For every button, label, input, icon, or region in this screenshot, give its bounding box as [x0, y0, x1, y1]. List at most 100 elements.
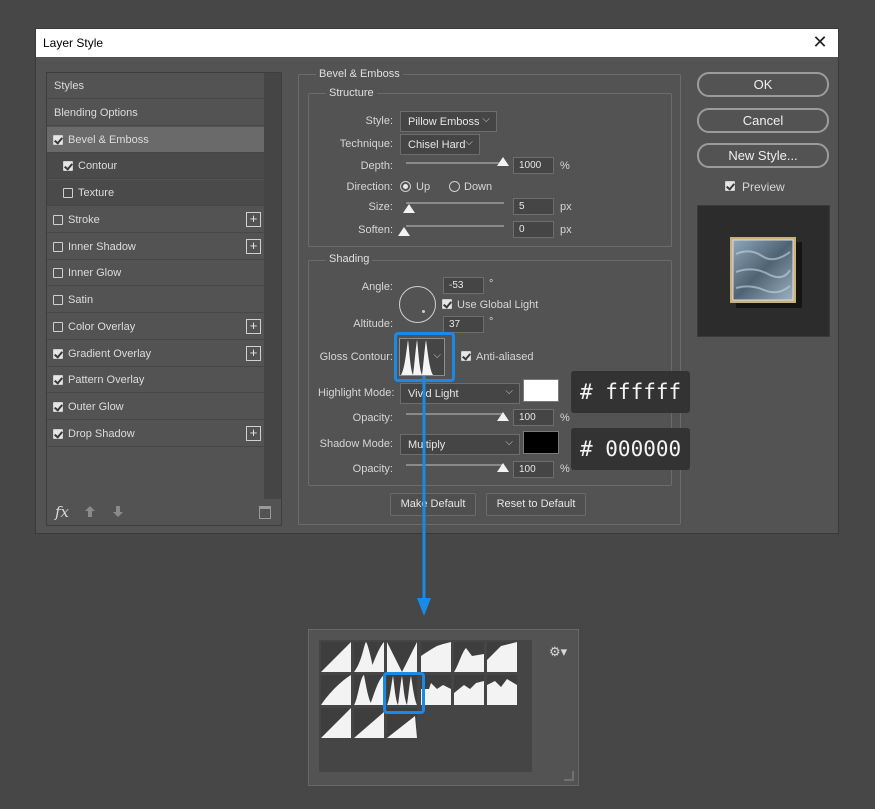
shadow-opacity-unit: %: [560, 463, 570, 475]
shadow-opacity-label: Opacity:: [352, 463, 393, 475]
style-item-bevel-emboss[interactable]: Bevel & Emboss: [47, 126, 264, 153]
style-item-outer-glow[interactable]: Outer Glow: [47, 394, 264, 420]
style-item-contour[interactable]: Contour: [47, 153, 264, 180]
shadow-opacity-thumb[interactable]: [497, 463, 509, 472]
style-item-label: Gradient Overlay: [68, 347, 152, 360]
technique-select[interactable]: Chisel Hard ⌵: [400, 134, 480, 155]
depth-unit: %: [560, 160, 570, 172]
style-item-checkbox[interactable]: [53, 321, 63, 332]
contour-preset-tile[interactable]: [420, 675, 451, 706]
direction-down-radio[interactable]: [449, 181, 460, 192]
style-item-checkbox[interactable]: [53, 241, 63, 252]
new-style-button[interactable]: New Style...: [697, 143, 829, 168]
contour-preset-tile[interactable]: [354, 708, 385, 739]
move-up-icon[interactable]: [84, 505, 96, 519]
style-item-texture[interactable]: Texture: [47, 180, 264, 206]
contour-preset-tile[interactable]: [354, 675, 385, 706]
contour-preset-tile[interactable]: [321, 642, 351, 672]
cancel-button[interactable]: Cancel: [697, 108, 829, 133]
angle-label: Angle:: [361, 281, 393, 293]
style-item-stroke[interactable]: Stroke +: [47, 206, 264, 233]
soften-slider-track[interactable]: [406, 225, 504, 227]
move-down-icon[interactable]: [112, 505, 124, 519]
preview-checkbox[interactable]: [725, 181, 735, 191]
depth-slider-track[interactable]: [406, 162, 504, 164]
close-icon[interactable]: ✕: [810, 32, 830, 52]
style-item-checkbox[interactable]: [53, 348, 63, 359]
shadow-color-swatch[interactable]: [523, 431, 559, 454]
style-item-checkbox[interactable]: [53, 268, 63, 279]
structure-title: Structure: [326, 87, 377, 99]
reset-to-default-button[interactable]: Reset to Default: [486, 493, 586, 516]
style-item-checkbox[interactable]: [53, 295, 63, 305]
style-item-checkbox[interactable]: [63, 188, 73, 198]
contour-preset-tile[interactable]: [387, 642, 418, 672]
trash-icon[interactable]: [259, 506, 271, 519]
use-global-light-label: Use Global Light: [457, 299, 539, 311]
depth-label: Depth:: [360, 160, 393, 172]
style-select[interactable]: Pillow Emboss ⌵: [400, 111, 497, 132]
add-effect-icon[interactable]: +: [246, 238, 261, 254]
depth-input[interactable]: 1000: [513, 157, 554, 174]
size-unit: px: [560, 201, 572, 213]
anti-aliased-checkbox[interactable]: [461, 351, 471, 361]
style-item-checkbox[interactable]: [53, 428, 63, 439]
depth-slider-thumb[interactable]: [497, 157, 509, 166]
style-item-checkbox[interactable]: [53, 214, 63, 225]
style-item-satin[interactable]: Satin: [47, 287, 264, 313]
highlight-color-swatch[interactable]: [523, 379, 559, 402]
style-item-checkbox[interactable]: [53, 402, 63, 412]
contour-preset-tile[interactable]: [354, 642, 385, 672]
style-item-label: Inner Shadow: [68, 240, 136, 253]
title-bar: Layer Style ✕: [36, 29, 838, 57]
direction-up-radio[interactable]: [400, 181, 411, 192]
style-item-checkbox[interactable]: [53, 134, 63, 145]
style-item-color-overlay[interactable]: Color Overlay +: [47, 313, 264, 340]
styles-list-scrollbar[interactable]: [264, 73, 281, 499]
contour-preset-tile[interactable]: [321, 708, 351, 739]
contour-preset-tile[interactable]: [487, 642, 517, 672]
direction-up-label: Up: [416, 181, 431, 193]
ok-button[interactable]: OK: [697, 72, 829, 97]
style-item-checkbox[interactable]: [63, 161, 73, 172]
size-slider-track[interactable]: [406, 202, 504, 204]
use-global-light-checkbox[interactable]: [442, 299, 452, 309]
contour-preset-tile[interactable]: [321, 675, 351, 706]
contour-preset-tile[interactable]: [487, 675, 517, 706]
fx-menu-button[interactable]: fx: [55, 503, 69, 521]
style-item-inner-glow[interactable]: Inner Glow: [47, 260, 264, 287]
highlight-opacity-input[interactable]: 100: [513, 409, 554, 426]
style-item-gradient-overlay[interactable]: Gradient Overlay +: [47, 340, 264, 367]
size-slider-thumb[interactable]: [403, 204, 415, 213]
size-label: Size:: [368, 201, 393, 213]
angle-input[interactable]: -53: [443, 277, 484, 294]
add-effect-icon[interactable]: +: [246, 211, 261, 227]
add-effect-icon[interactable]: +: [246, 318, 261, 334]
style-item-label: Drop Shadow: [68, 427, 135, 440]
soften-slider-thumb[interactable]: [398, 227, 410, 236]
shadow-opacity-input[interactable]: 100: [513, 461, 554, 478]
angle-dial[interactable]: [399, 286, 436, 323]
chevron-down-icon: ⌵: [505, 386, 513, 397]
add-effect-icon[interactable]: +: [246, 425, 261, 441]
gear-icon[interactable]: ⚙▾: [549, 644, 567, 660]
style-item-checkbox[interactable]: [53, 375, 63, 386]
gloss-contour-label: Gloss Contour:: [319, 351, 393, 363]
style-item-inner-shadow[interactable]: Inner Shadow +: [47, 233, 264, 260]
contour-preset-tile[interactable]: [453, 675, 484, 706]
contour-preset-tile[interactable]: [420, 642, 451, 672]
highlight-opacity-thumb[interactable]: [497, 412, 509, 421]
resize-grip-icon[interactable]: [564, 771, 574, 781]
contour-preset-tile[interactable]: [453, 642, 484, 672]
style-item-drop-shadow[interactable]: Drop Shadow +: [47, 420, 264, 447]
chevron-down-icon: ⌵: [465, 137, 473, 148]
style-item-pattern-overlay[interactable]: Pattern Overlay: [47, 367, 264, 394]
style-item-styles[interactable]: Styles: [47, 73, 264, 99]
style-item-blending-options[interactable]: Blending Options: [47, 99, 264, 126]
size-input[interactable]: 5: [513, 198, 554, 215]
styles-list-footer: fx: [47, 501, 281, 525]
add-effect-icon[interactable]: +: [246, 345, 261, 361]
altitude-input[interactable]: 37: [443, 316, 484, 333]
highlight-opacity-label: Opacity:: [352, 412, 393, 424]
soften-input[interactable]: 0: [513, 221, 554, 238]
